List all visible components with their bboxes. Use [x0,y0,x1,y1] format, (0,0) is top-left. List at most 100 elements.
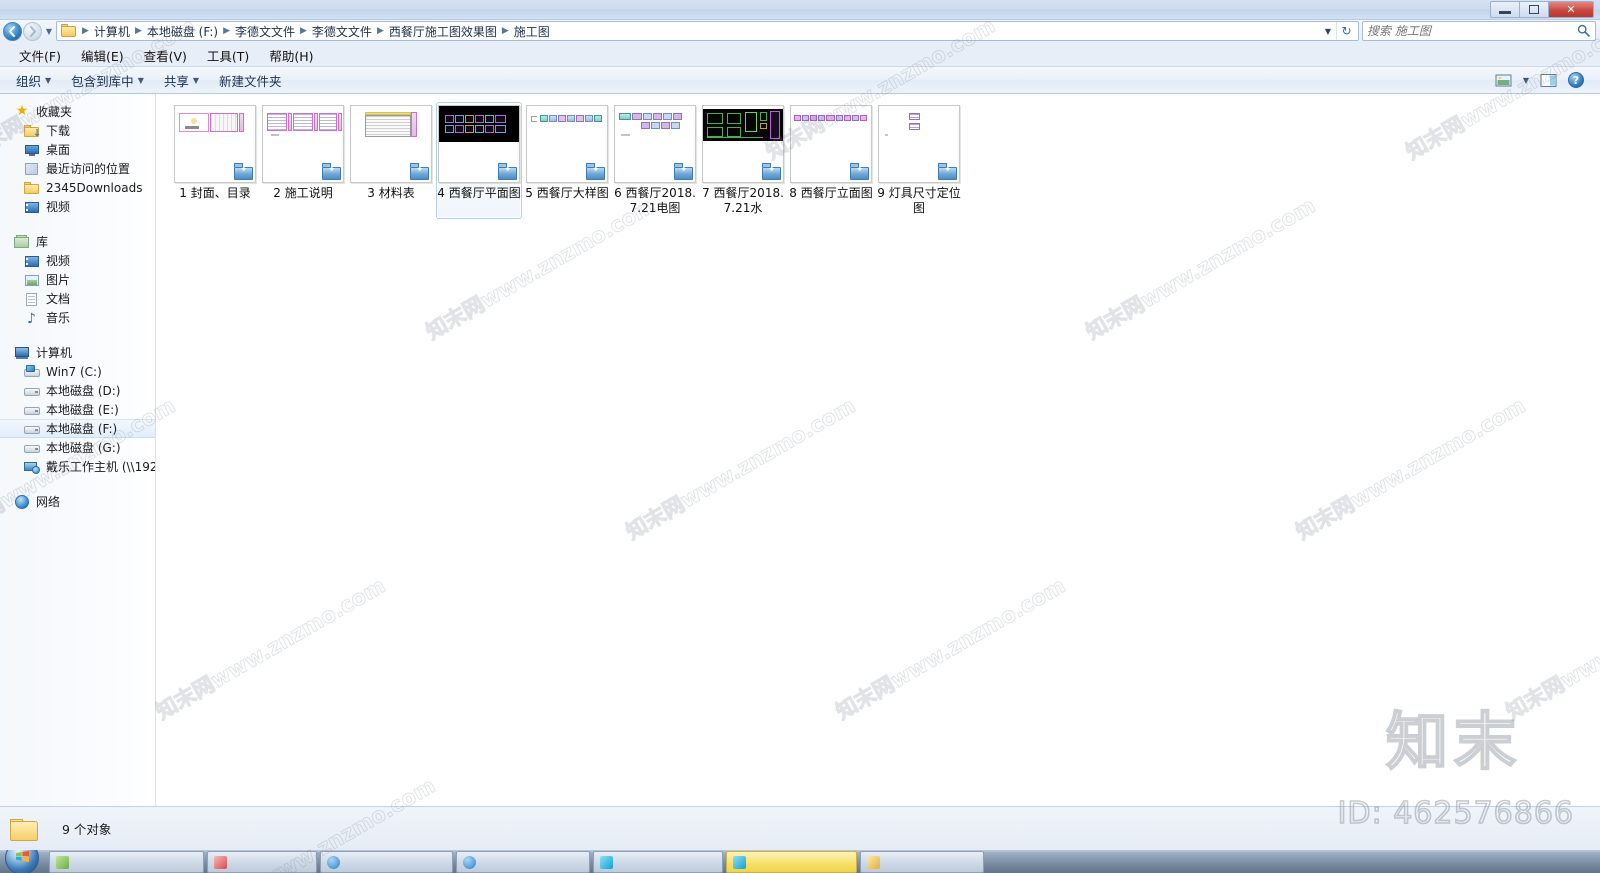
sidebar-label: 2345Downloads [46,180,143,195]
start-button[interactable] [0,850,46,873]
chevron-down-icon: ▼ [1522,75,1529,85]
sidebar-label: 网络 [36,495,61,509]
breadcrumb-item-4[interactable]: 西餐厅施工图效果图 [386,22,500,41]
sidebar-item-computer[interactable]: 计算机 [0,343,155,362]
file-item-selected[interactable]: ✦ 4 西餐厅平面图 [436,102,522,219]
sidebar-label: 库 [36,235,49,249]
minimize-button[interactable] [1491,2,1520,17]
file-item[interactable]: ✦ 2 施工说明 [260,102,346,219]
menu-file[interactable]: 文件(F) [10,44,70,67]
file-list-pane[interactable]: ✦ 1 封面、目录 ✦ 2 施工说明 ✦ 3 材料表 ✦ 4 西餐厅平面图 ✦ … [157,94,1600,806]
sidebar-item-music[interactable]: ♪ 音乐 [0,308,155,327]
address-dropdown-icon[interactable]: ▼ [1320,22,1336,40]
title-bar: ✕ [0,0,1600,20]
explorer-body: ★ 收藏夹 ↓ 下载 桌面 最近访问的位置 2345Downloads 视频 库… [0,94,1600,806]
search-box[interactable] [1362,21,1596,41]
help-button[interactable]: ? [1564,70,1588,90]
sidebar-label: 收藏夹 [36,105,73,119]
sidebar-item-downloads[interactable]: ↓ 下载 [0,121,155,140]
close-button[interactable]: ✕ [1549,2,1593,17]
change-view-button[interactable] [1491,71,1516,90]
sidebar-item-drive-c[interactable]: Win7 (C:) [0,362,155,381]
app-icon [56,855,69,869]
file-item[interactable]: ✦ 6 西餐厅2018.7.21电图 [612,102,698,219]
search-input[interactable] [1367,23,1591,39]
maximize-button[interactable] [1520,2,1549,17]
sidebar-label: 最近访问的位置 [46,162,131,176]
file-name: 1 封面、目录 [179,186,251,200]
folder-icon [24,180,40,196]
taskbar-item[interactable] [860,851,984,873]
taskbar-item[interactable] [593,851,723,873]
sidebar-item-drive-f[interactable]: 本地磁盘 (F:) [0,419,155,438]
share-button[interactable]: 共享 ▼ [154,67,209,94]
sidebar-item-network[interactable]: 网络 [0,492,155,511]
refresh-icon[interactable]: ↻ [1336,22,1356,40]
taskbar-item[interactable] [49,851,204,873]
command-bar-right: ▼ ? [1491,70,1594,90]
file-item[interactable]: ✦ 3 材料表 [348,102,434,219]
file-item[interactable]: ✦ 7 西餐厅2018.7.21水 [700,102,786,219]
sidebar-item-videos[interactable]: 视频 [0,251,155,270]
sidebar-item-pictures[interactable]: 图片 [0,270,155,289]
menu-help[interactable]: 帮助(H) [260,44,322,67]
breadcrumb-item-0[interactable]: 计算机 [91,22,133,41]
organize-button[interactable]: 组织 ▼ [6,67,61,94]
sidebar-item-favorites[interactable]: ★ 收藏夹 [0,102,155,121]
file-name: 9 灯具尺寸定位图 [877,186,961,215]
sidebar-item-drive-g[interactable]: 本地磁盘 (G:) [0,438,155,457]
file-name: 5 西餐厅大样图 [525,186,609,200]
file-item[interactable]: ✦ 1 封面、目录 [172,102,258,219]
navigation-pane: ★ 收藏夹 ↓ 下载 桌面 最近访问的位置 2345Downloads 视频 库… [0,94,156,806]
share-label: 共享 [163,73,189,89]
chevron-down-icon[interactable]: ▼ [43,22,55,41]
sidebar-label: 本地磁盘 (D:) [46,384,121,398]
file-thumbnail: ✦ [262,105,344,183]
app-icon [327,855,340,869]
window-controls: ✕ [1490,1,1594,18]
file-item[interactable]: ✦ 8 西餐厅立面图 [788,102,874,219]
menu-edit[interactable]: 编辑(E) [72,44,133,67]
sidebar-item-libraries[interactable]: 库 [0,232,155,251]
sidebar-item-drive-e[interactable]: 本地磁盘 (E:) [0,400,155,419]
taskbar-item[interactable] [320,851,453,873]
chevron-down-icon: ▼ [137,75,144,85]
change-view-caret[interactable]: ▼ [1519,74,1533,87]
download-folder-icon: ↓ [24,123,41,139]
file-name: 7 西餐厅2018.7.21水 [702,186,784,215]
sidebar-item-desktop[interactable]: 桌面 [0,140,155,159]
breadcrumb-item-5[interactable]: 施工图 [511,22,553,41]
breadcrumb[interactable]: ▶ 计算机 ▶ 本地磁盘 (F:) ▶ 李德文文件 ▶ 李德文文件 ▶ 西餐厅施… [56,21,1359,41]
breadcrumb-item-3[interactable]: 李德文文件 [309,22,375,41]
sidebar-label: 图片 [46,273,71,287]
breadcrumb-item-2[interactable]: 李德文文件 [232,22,298,41]
explorer-window: ✕ ▼ ▶ 计算机 ▶ 本地磁盘 (F:) ▶ 李德文文件 ▶ 李德文文件 ▶ … [0,0,1600,873]
breadcrumb-item-1[interactable]: 本地磁盘 (F:) [144,22,221,41]
file-item[interactable]: ✦ 5 西餐厅大样图 [524,102,610,219]
sidebar-item-network-host[interactable]: 戴乐工作主机 (\\192.168. [0,457,155,476]
taskbar-item-active[interactable] [726,851,857,873]
computer-icon [14,345,30,361]
sidebar-label: 桌面 [46,143,71,157]
new-folder-button[interactable]: 新建文件夹 [209,67,292,94]
taskbar-item[interactable] [456,851,590,873]
taskbar-item[interactable] [207,851,317,873]
search-icon [1577,24,1590,40]
preview-pane-button[interactable] [1536,71,1561,90]
menu-view[interactable]: 查看(V) [135,44,196,67]
sidebar-item-2345downloads[interactable]: 2345Downloads [0,178,155,197]
taskbar [0,850,1600,873]
back-icon[interactable] [3,21,22,41]
app-icon [733,855,746,869]
sidebar-item-videos-fav[interactable]: 视频 [0,197,155,216]
sidebar-item-recent-places[interactable]: 最近访问的位置 [0,159,155,178]
file-item[interactable]: ✦ 9 灯具尺寸定位图 [876,102,962,219]
include-in-library-button[interactable]: 包含到库中 ▼ [61,67,154,94]
file-thumbnail: ✦ [174,105,256,183]
forward-icon[interactable] [23,21,42,41]
sidebar-item-documents[interactable]: 文档 [0,289,155,308]
sidebar-item-drive-d[interactable]: 本地磁盘 (D:) [0,381,155,400]
menu-tools[interactable]: 工具(T) [198,44,258,67]
breadcrumb-separator: ▶ [300,26,307,36]
file-thumbnail: ✦ [438,105,520,183]
